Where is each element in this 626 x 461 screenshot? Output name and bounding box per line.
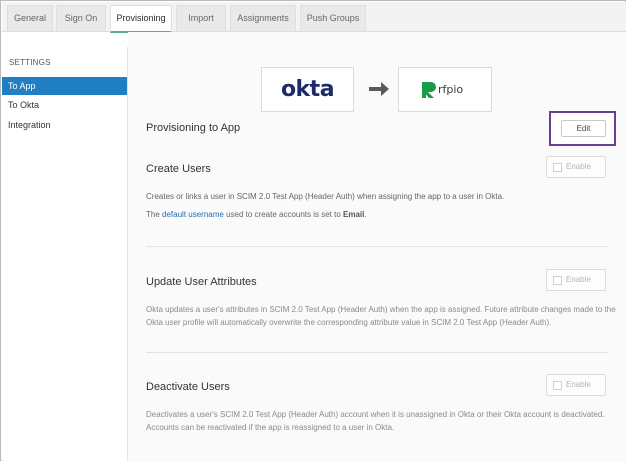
edit-highlight-frame: Edit (549, 111, 616, 146)
checkbox-icon (553, 163, 562, 172)
deactivate-users-description: Deactivates a user's SCIM 2.0 Test App (… (146, 410, 605, 432)
checkbox-icon (553, 276, 562, 285)
settings-sidebar: SETTINGS To App To Okta Integration (2, 47, 128, 461)
note-middle: used to create accounts is set to (223, 210, 344, 219)
tab-push-groups[interactable]: Push Groups (300, 5, 366, 31)
update-attributes-title: Update User Attributes (146, 276, 257, 288)
tab-assignments[interactable]: Assignments (230, 5, 296, 31)
sidebar-item-integration[interactable]: Integration (2, 116, 127, 134)
enable-label: Enable (566, 380, 591, 389)
deactivate-users-enable-checkbox[interactable]: Enable (546, 374, 606, 396)
rfpio-logo-text: rfpio (438, 83, 464, 96)
sidebar-heading: SETTINGS (9, 58, 51, 67)
enable-label: Enable (566, 162, 591, 171)
okta-logo: okta (261, 67, 354, 112)
sidebar-item-to-okta[interactable]: To Okta (2, 96, 127, 114)
right-arrow-icon (369, 82, 389, 96)
update-attributes-enable-checkbox[interactable]: Enable (546, 269, 606, 291)
section-divider (146, 246, 608, 247)
username-format-value: Email (343, 210, 365, 219)
deactivate-users-title: Deactivate Users (146, 381, 230, 393)
note-suffix: . (364, 210, 367, 219)
create-users-username-note: The default username used to create acco… (146, 209, 618, 222)
app-window: General Sign On Provisioning Import Assi… (0, 0, 626, 461)
update-attributes-description: Okta updates a user's attributes in SCIM… (146, 305, 616, 327)
tab-import[interactable]: Import (176, 5, 226, 31)
section-divider (146, 352, 608, 353)
tab-sign-on[interactable]: Sign On (56, 5, 106, 31)
edit-button[interactable]: Edit (561, 120, 606, 137)
default-username-link[interactable]: default username (162, 210, 224, 219)
enable-label: Enable (566, 275, 591, 284)
tab-bar: General Sign On Provisioning Import Assi… (2, 2, 626, 33)
tab-provisioning[interactable]: Provisioning (110, 5, 172, 33)
provisioning-title: Provisioning to App (146, 122, 241, 134)
create-users-description: Creates or links a user in SCIM 2.0 Test… (146, 192, 505, 201)
sidebar-item-to-app[interactable]: To App (2, 77, 127, 95)
rfpio-logo: rfpio (398, 67, 492, 112)
okta-logo-text: okta (280, 77, 335, 102)
main-panel: okta rfpio Provisioning to App Edit Crea… (128, 32, 626, 461)
note-prefix: The (146, 210, 163, 219)
tab-general[interactable]: General (7, 5, 53, 31)
create-users-enable-checkbox[interactable]: Enable (546, 156, 606, 178)
checkbox-icon (553, 381, 562, 390)
create-users-title: Create Users (146, 163, 211, 175)
rfpio-mark-icon (422, 82, 436, 98)
